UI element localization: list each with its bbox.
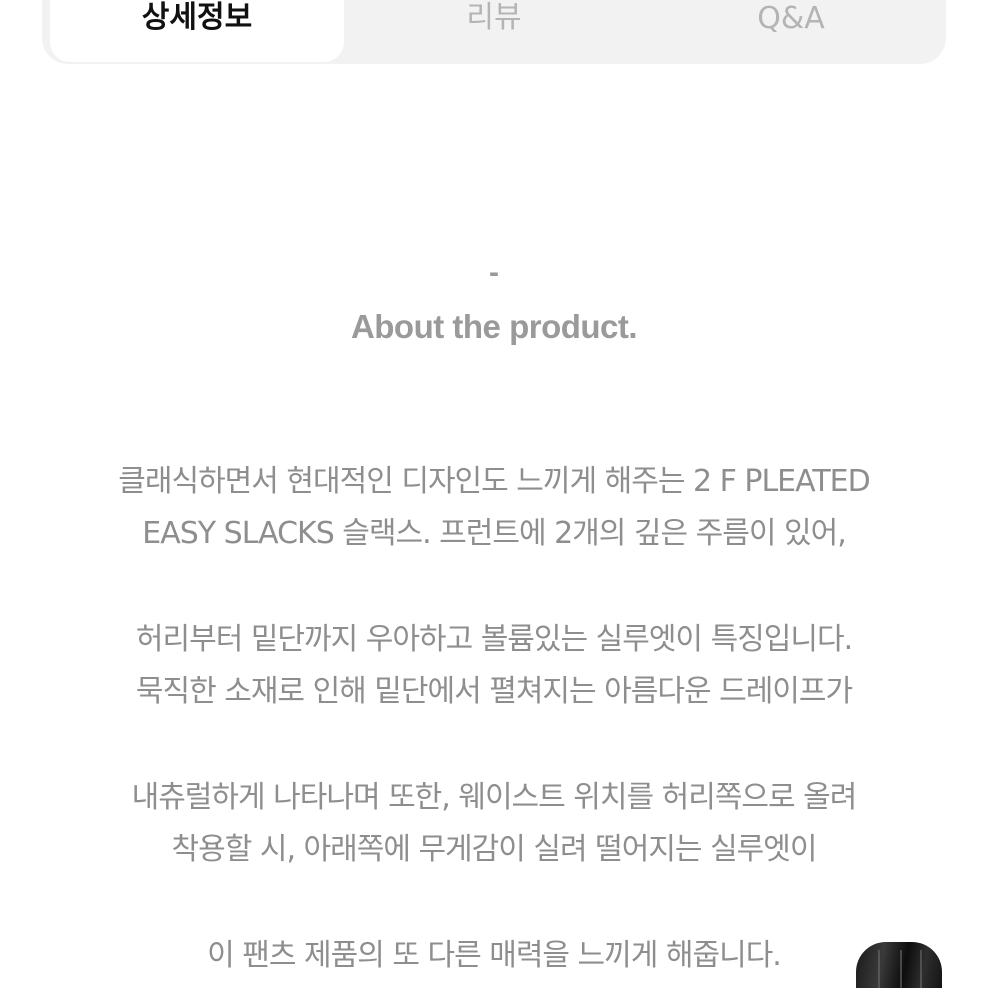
tab-qna[interactable]: Q&A (644, 0, 938, 62)
description-line: 내츄럴하게 나타나며 또한, 웨이스트 위치를 허리쪽으로 올려 (131, 780, 858, 815)
description-line: 허리부터 밑단까지 우아하고 볼륨있는 실루엣이 특징입니다. (135, 622, 853, 657)
description-line: 묵직한 소재로 인해 밑단에서 펼쳐지는 아름다운 드레이프가 (135, 674, 853, 709)
description-line: 착용할 시, 아래쪽에 무게감이 실려 떨어지는 실루엣이 (171, 832, 818, 867)
section-heading: About the product. (350, 308, 638, 345)
description-line: 이 팬츠 제품의 또 다른 매력을 느끼게 해줍니다. (207, 938, 782, 973)
section-divider-dash: - (489, 256, 499, 289)
product-image-partial (856, 942, 942, 988)
description-line: EASY SLACKS 슬랙스. 프런트에 2개의 깊은 주름이 있어, (142, 516, 846, 551)
description-line: 클래식하면서 현대적인 디자인도 느끼게 해주는 2 F PLEATED (118, 464, 870, 499)
tab-product-info[interactable]: 상세정보 (50, 0, 344, 62)
image-fold-line (878, 950, 880, 988)
tab-reviews[interactable]: 리뷰 (344, 0, 644, 62)
image-fold-line (920, 950, 922, 988)
detail-tab-bar: 상세정보 리뷰 Q&A (42, 0, 946, 64)
image-fold-line (900, 950, 902, 988)
product-detail-page: 상세정보 리뷰 Q&A - About the product. 클래식하면서 … (0, 0, 988, 988)
product-description: 클래식하면서 현대적인 디자인도 느끼게 해주는 2 F PLEATED EAS… (0, 456, 988, 982)
